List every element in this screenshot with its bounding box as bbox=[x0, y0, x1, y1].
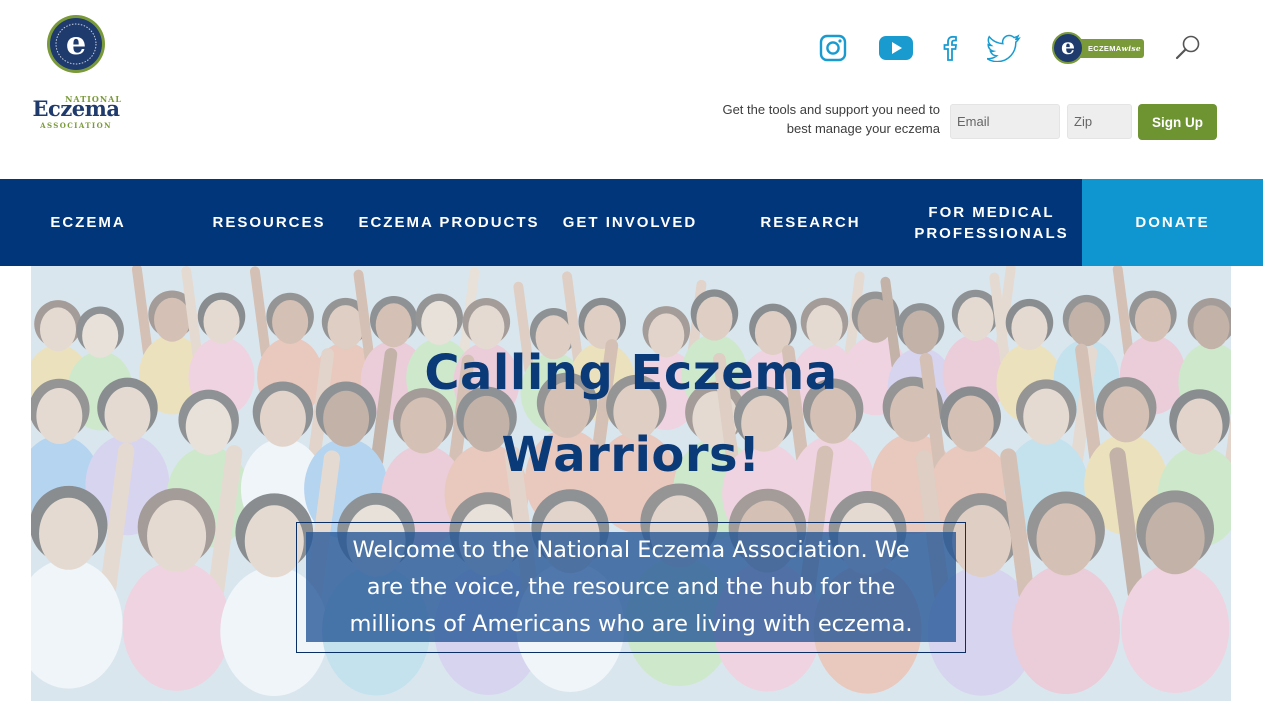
search-icon[interactable] bbox=[1174, 34, 1202, 62]
sign-up-button[interactable]: Sign Up bbox=[1138, 104, 1217, 140]
nav-item-eczema-products[interactable]: ECZEMA PRODUCTS bbox=[358, 179, 540, 266]
nav-item-resources[interactable]: RESOURCES bbox=[180, 179, 358, 266]
site-header: e NATIONAL Eczema ASSOCIATION ECZEMAwise… bbox=[0, 0, 1263, 179]
hero-intro-line2: are the voice, the resource and the hub … bbox=[366, 574, 896, 600]
hero-intro-line3: millions of Americans who are living wit… bbox=[349, 611, 913, 637]
signup-tagline-line2: best manage your eczema bbox=[786, 121, 940, 136]
email-field[interactable] bbox=[950, 104, 1060, 139]
hero-title-line1: Calling Eczema bbox=[424, 345, 838, 401]
signup-tagline-line1: Get the tools and support you need to bbox=[722, 102, 940, 117]
svg-text:e: e bbox=[66, 24, 86, 62]
logo-eczema-text: Eczema bbox=[32, 96, 120, 121]
eczemawise-button[interactable]: ECZEMAwise e bbox=[1052, 32, 1144, 64]
hero-title-line2: Warriors! bbox=[501, 427, 761, 483]
hero-title: Calling Eczema Warriors! bbox=[331, 332, 931, 496]
hero-intro-line1: Welcome to the National Eczema Associati… bbox=[352, 537, 910, 563]
donate-button[interactable]: DONATE bbox=[1082, 179, 1263, 266]
instagram-icon[interactable] bbox=[815, 30, 851, 66]
eczemawise-logo-icon: e bbox=[1052, 32, 1084, 64]
nav-item-research[interactable]: RESEARCH bbox=[720, 179, 901, 266]
nav-item-get-involved[interactable]: GET INVOLVED bbox=[540, 179, 720, 266]
eczemawise-label: ECZEMAwise bbox=[1074, 39, 1144, 58]
zip-field[interactable] bbox=[1067, 104, 1132, 139]
logo-seal-icon: e bbox=[47, 15, 105, 73]
nav-item-medical-line1: FOR MEDICAL bbox=[928, 203, 1055, 221]
hero-intro-text: Welcome to the National Eczema Associati… bbox=[306, 532, 956, 642]
logo-association-text: ASSOCIATION bbox=[40, 121, 112, 130]
nav-item-medical-line2: PROFESSIONALS bbox=[914, 224, 1069, 242]
facebook-icon[interactable] bbox=[938, 30, 962, 66]
main-nav: ECZEMA RESOURCES ECZEMA PRODUCTS GET INV… bbox=[0, 179, 1263, 266]
nea-logo[interactable]: e NATIONAL Eczema ASSOCIATION bbox=[28, 14, 124, 130]
hero-banner: Calling Eczema Warriors! Welcome to the … bbox=[31, 266, 1231, 701]
twitter-icon[interactable] bbox=[985, 30, 1023, 66]
nav-item-eczema[interactable]: ECZEMA bbox=[0, 179, 176, 266]
youtube-icon[interactable] bbox=[877, 30, 915, 66]
signup-tagline: Get the tools and support you need to be… bbox=[660, 100, 940, 138]
nav-item-medical-professionals[interactable]: FOR MEDICAL PROFESSIONALS bbox=[901, 179, 1082, 266]
